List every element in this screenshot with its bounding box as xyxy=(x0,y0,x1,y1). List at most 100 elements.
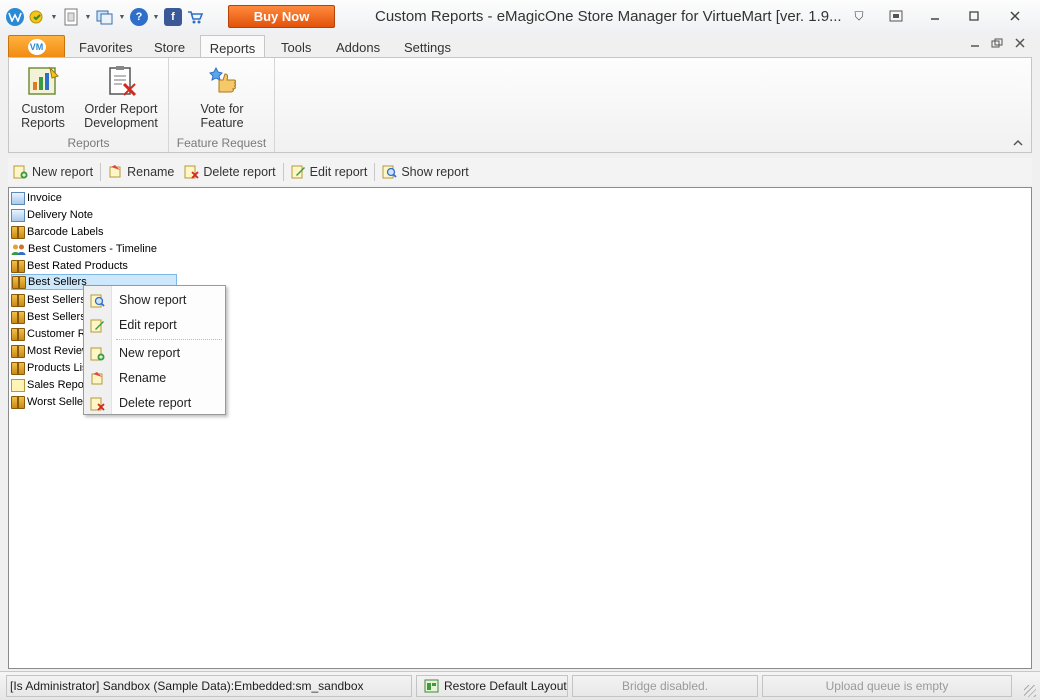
menu-item-label: Edit report xyxy=(119,318,177,332)
delete-report-icon xyxy=(184,165,200,179)
tab-reports[interactable]: Reports xyxy=(200,35,265,59)
custom-reports-icon xyxy=(26,64,60,98)
list-item[interactable]: Best Customers - Timeline xyxy=(11,241,161,257)
edit-report-label: Edit report xyxy=(309,164,368,179)
title-bar: ▼ ▼ ▼ ? ▼ f Buy Now Custom Reports - eMa… xyxy=(0,0,1040,34)
new-report-icon xyxy=(90,347,105,360)
list-item[interactable]: Sales Repor xyxy=(11,377,92,393)
list-item[interactable]: Delivery Note xyxy=(11,207,97,223)
ribbon-panel: Custom Reports Order Report Development … xyxy=(8,57,1032,153)
chevron-down-icon[interactable]: ▼ xyxy=(118,14,126,21)
ribbon-group-label-reports: Reports xyxy=(67,136,110,150)
delete-report-button[interactable]: Delete report xyxy=(179,161,280,183)
maximize-button[interactable] xyxy=(963,7,985,25)
restore-layout-label: Restore Default Layout xyxy=(444,679,567,693)
tab-settings[interactable]: Settings xyxy=(404,37,451,58)
status-bar: [Is Administrator] Sandbox (Sample Data)… xyxy=(0,671,1040,700)
users-icon xyxy=(11,244,26,255)
box-icon xyxy=(11,395,25,409)
menu-item-rename[interactable]: Rename xyxy=(84,367,225,389)
ribbon-tab-bar: VM Favorites Store Reports Tools Addons … xyxy=(0,34,1040,59)
report-label: Best Rated Products xyxy=(27,260,128,272)
list-item[interactable]: Best Sellers xyxy=(11,292,90,308)
show-report-icon xyxy=(382,165,397,179)
menu-item-label: Rename xyxy=(119,371,167,385)
thumbs-up-icon xyxy=(205,64,239,98)
tab-tools[interactable]: Tools xyxy=(281,37,311,58)
cart-icon[interactable] xyxy=(186,8,204,26)
new-report-button[interactable]: New report xyxy=(8,161,98,183)
chevron-down-icon[interactable]: ▼ xyxy=(84,14,92,21)
connection-status: [Is Administrator] Sandbox (Sample Data)… xyxy=(6,675,412,697)
vote-for-feature-label-1: Vote for xyxy=(200,102,244,116)
envelope-icon xyxy=(11,191,25,205)
report-label: Most Review xyxy=(27,345,90,357)
minimize-button[interactable] xyxy=(924,7,946,25)
menu-item-edit-report[interactable]: Edit report xyxy=(84,314,225,336)
restore-default-layout-button[interactable]: Restore Default Layout xyxy=(416,675,568,697)
upload-queue-status: Upload queue is empty xyxy=(762,675,1012,697)
app-logo-icon[interactable] xyxy=(6,8,24,26)
rename-icon xyxy=(91,371,103,384)
report-label: Barcode Labels xyxy=(27,226,104,238)
resize-grip[interactable] xyxy=(1024,685,1036,697)
list-item[interactable]: Best Rated Products xyxy=(11,258,132,274)
menu-item-show-report[interactable]: Show report xyxy=(84,289,225,311)
help-icon[interactable]: ? xyxy=(130,8,148,26)
ribbon-group-reports: Custom Reports Order Report Development … xyxy=(9,58,169,152)
window-title: Custom Reports - eMagicOne Store Manager… xyxy=(375,8,842,25)
windows-icon[interactable] xyxy=(96,8,114,26)
delete-report-icon xyxy=(90,397,105,411)
refresh-icon[interactable] xyxy=(28,8,46,26)
box-icon xyxy=(11,361,25,375)
report-label: Best Sellers xyxy=(28,276,87,288)
page-icon[interactable] xyxy=(62,8,80,26)
list-item[interactable]: Best Sellers xyxy=(11,309,90,325)
list-item[interactable]: Worst Seller xyxy=(11,394,91,410)
toolbar-separator xyxy=(282,162,284,181)
vote-for-feature-label-2: Feature xyxy=(200,116,244,130)
vote-for-feature-button[interactable]: Vote for Feature xyxy=(189,64,255,130)
edit-report-button[interactable]: Edit report xyxy=(286,161,373,183)
chevron-down-icon[interactable]: ▼ xyxy=(152,14,160,21)
menu-item-delete-report[interactable]: Delete report xyxy=(84,392,225,414)
reports-list[interactable]: Invoice Delivery Note Barcode Labels Bes… xyxy=(8,187,1032,669)
box-icon xyxy=(12,275,26,289)
list-item[interactable]: Products Lis xyxy=(11,360,92,376)
tab-addons[interactable]: Addons xyxy=(336,37,380,58)
order-report-development-button[interactable]: Order Report Development xyxy=(77,64,165,130)
buy-now-button[interactable]: Buy Now xyxy=(228,5,335,28)
application-menu-button[interactable]: VM xyxy=(8,35,65,58)
fullscreen-icon[interactable] xyxy=(885,7,907,25)
menu-item-label: New report xyxy=(119,346,181,360)
report-label: Best Customers - Timeline xyxy=(28,243,157,255)
show-report-icon xyxy=(90,294,105,307)
facebook-icon[interactable]: f xyxy=(164,8,182,26)
mdi-close-button[interactable] xyxy=(1015,38,1025,51)
report-label: Sales Repor xyxy=(27,379,88,391)
virtuemart-logo-icon: VM xyxy=(27,39,46,55)
menu-item-label: Show report xyxy=(119,293,187,307)
menu-separator xyxy=(116,339,222,340)
report-label: Products Lis xyxy=(27,362,88,374)
mdi-restore-button[interactable] xyxy=(991,38,1003,51)
list-item[interactable]: Invoice xyxy=(11,190,66,206)
menu-item-label: Delete report xyxy=(119,396,192,410)
delete-report-label: Delete report xyxy=(203,164,276,179)
close-button[interactable] xyxy=(1004,7,1026,25)
menu-item-new-report[interactable]: New report xyxy=(84,342,225,364)
filter-icon[interactable]: ⛉ xyxy=(848,7,870,25)
rename-button[interactable]: Rename xyxy=(103,161,179,183)
mdi-minimize-button[interactable] xyxy=(970,38,980,51)
show-report-button[interactable]: Show report xyxy=(377,161,473,183)
chevron-down-icon[interactable]: ▼ xyxy=(50,14,58,21)
note-icon xyxy=(11,378,25,392)
list-item[interactable]: Barcode Labels xyxy=(11,224,107,240)
toolbar-separator xyxy=(374,162,376,181)
collapse-ribbon-icon[interactable] xyxy=(1013,138,1023,148)
tab-favorites[interactable]: Favorites xyxy=(79,37,132,58)
list-item[interactable]: Most Review xyxy=(11,343,94,359)
tab-store[interactable]: Store xyxy=(154,37,185,58)
custom-reports-button[interactable]: Custom Reports xyxy=(15,64,71,130)
list-item[interactable]: Customer R xyxy=(11,326,90,342)
